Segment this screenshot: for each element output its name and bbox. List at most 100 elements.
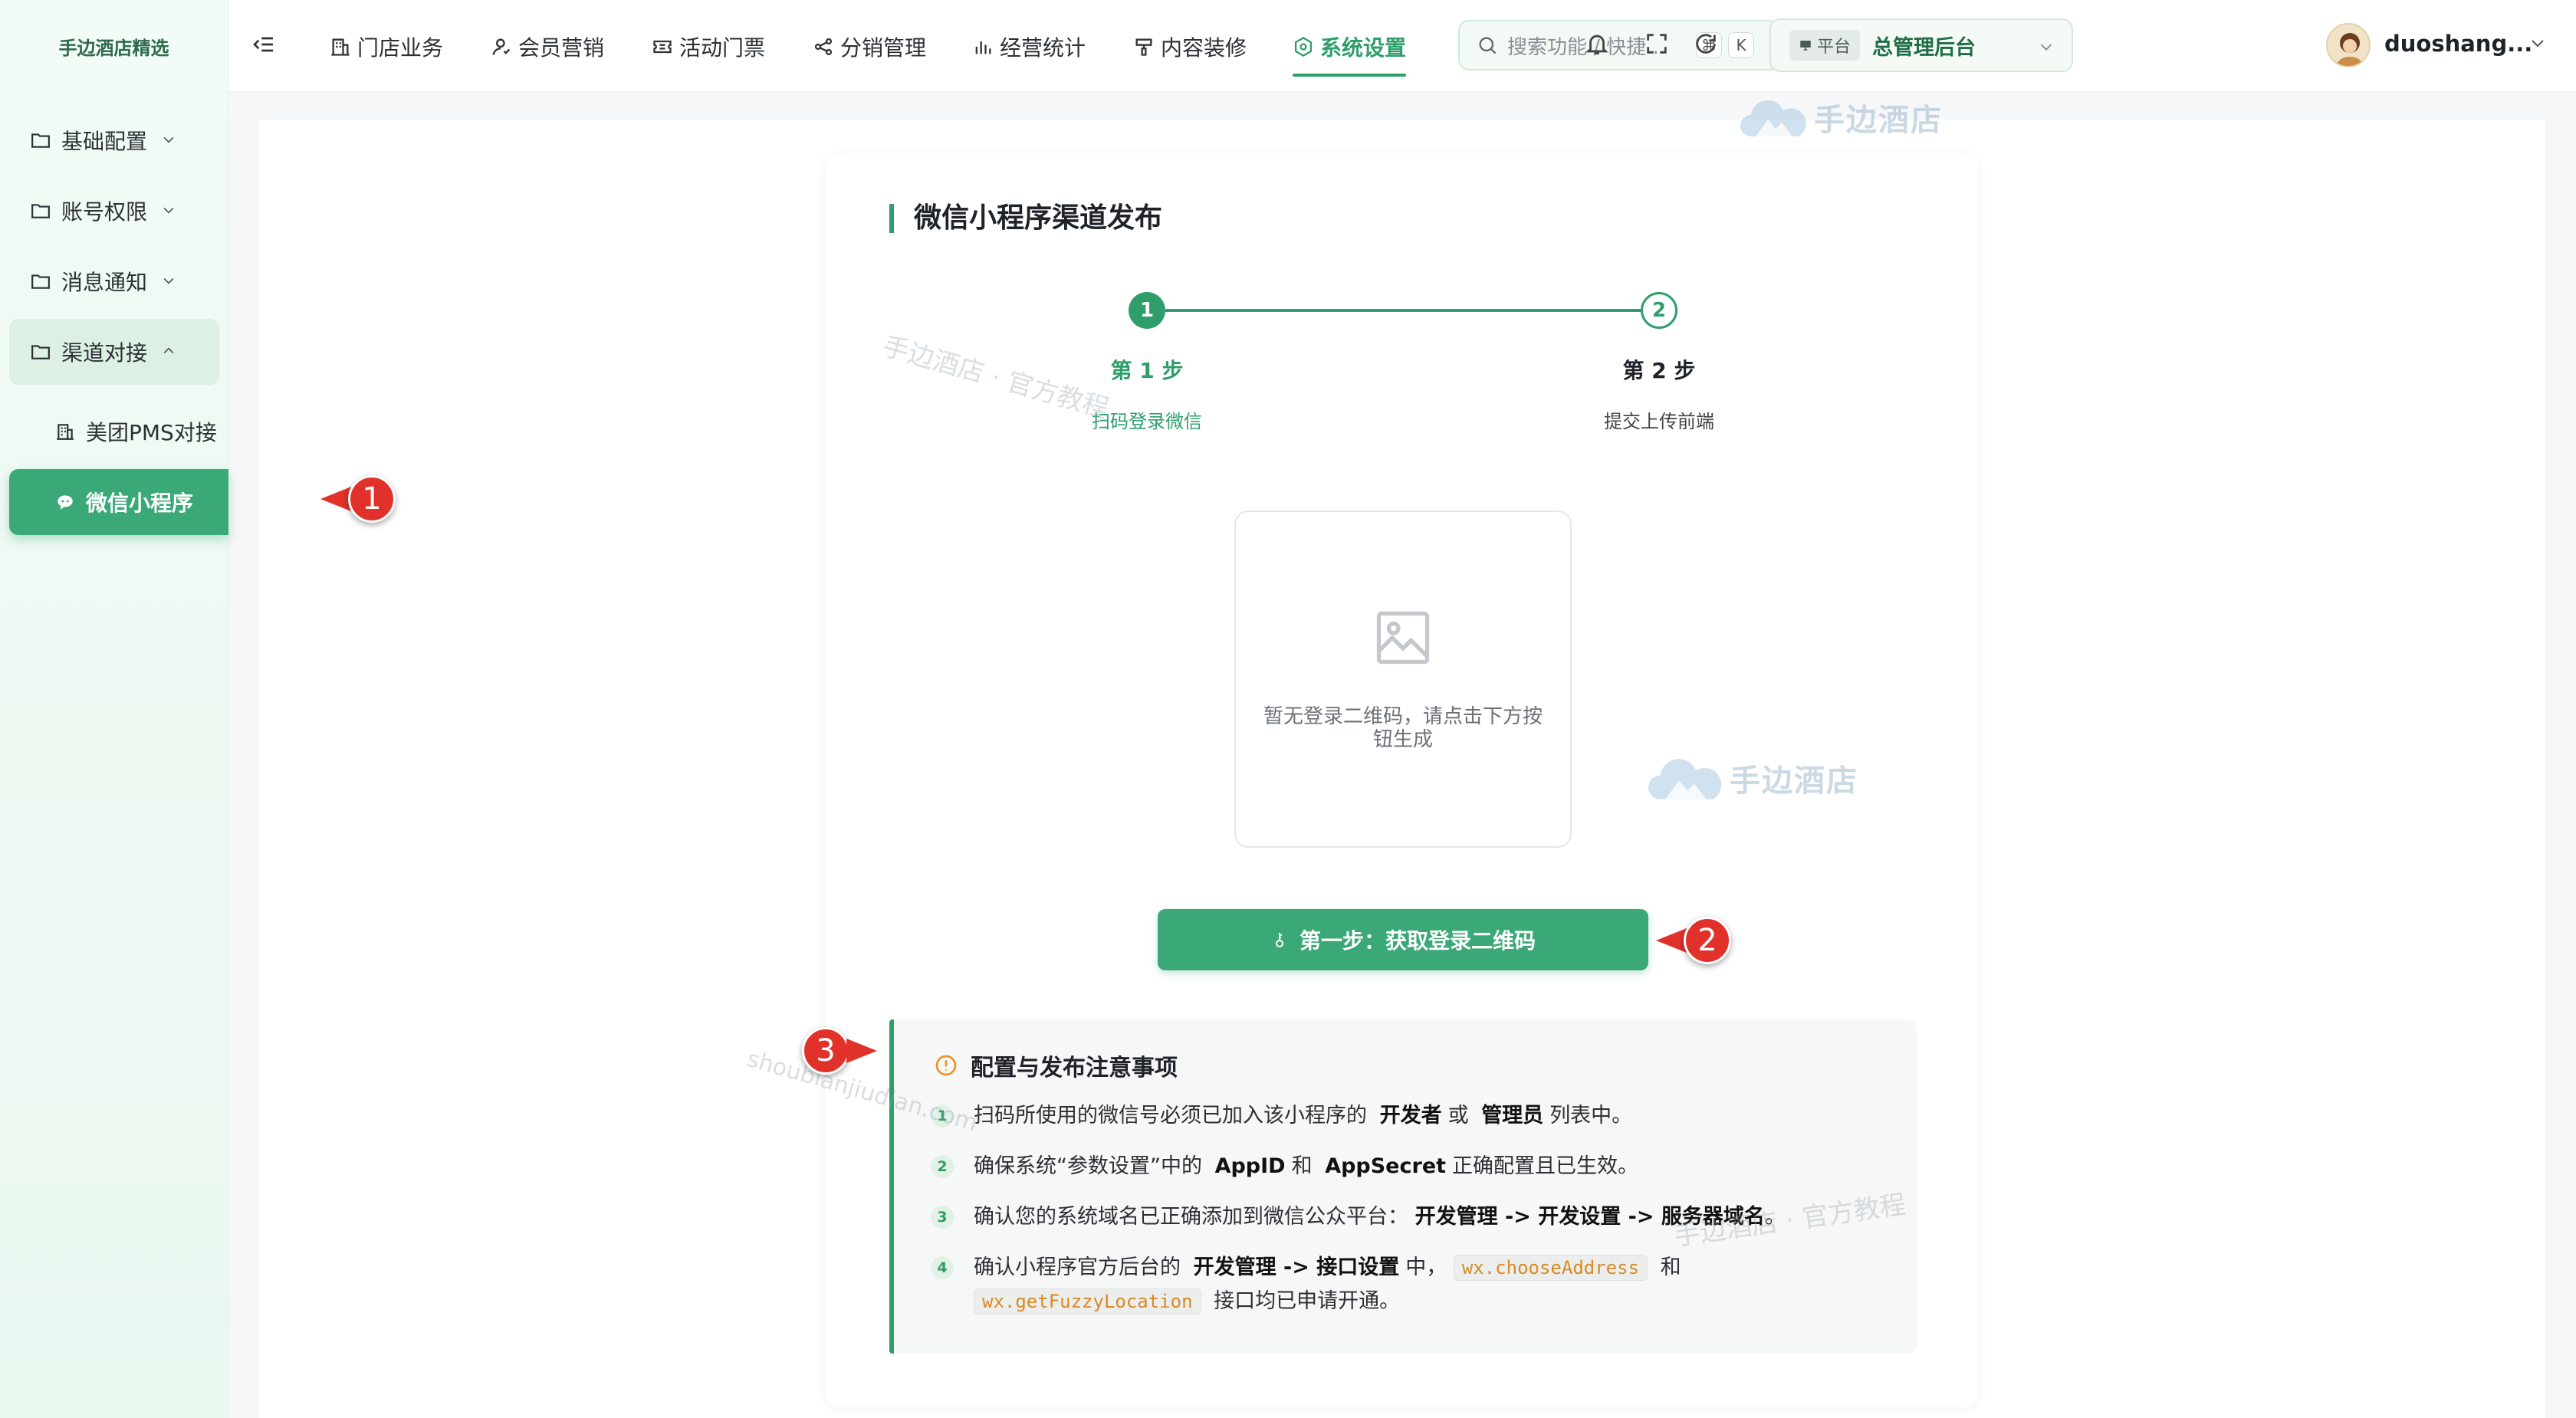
shortcut-key-k: K <box>1728 32 1754 58</box>
settings-icon <box>1293 36 1314 57</box>
sidebar-item-account-permission[interactable]: 账号权限 <box>9 178 219 244</box>
username[interactable]: duoshang... <box>2384 31 2532 57</box>
store-icon <box>330 36 351 57</box>
share-icon <box>813 36 834 57</box>
notice-text: 扫码所使用的微信号必须已加入该小程序的 开发者或 管理员 列表中。 <box>974 1104 1633 1128</box>
code-choose-address: wx.chooseAddress <box>1453 1255 1648 1281</box>
folder-icon <box>29 199 52 222</box>
sidebar-item-channel[interactable]: 渠道对接 <box>9 319 219 385</box>
notice-title: 配置与发布注意事项 <box>934 1049 1178 1082</box>
refresh-icon[interactable] <box>1693 31 1720 58</box>
notice-item: 2 确保系统“参数设置”中的 AppID 和 AppSecret 正确配置且已生效。 <box>931 1150 1638 1183</box>
page-title: 微信小程序渠道发布 <box>889 204 1162 233</box>
watermark-logo-text: 手边酒店 <box>1730 763 1858 799</box>
folder-icon <box>29 270 52 293</box>
building-icon <box>54 420 77 443</box>
sidebar-item-notifications[interactable]: 消息通知 <box>9 248 219 314</box>
nav-event-tickets[interactable]: 活动门票 <box>652 29 765 64</box>
nav-label: 会员营销 <box>518 35 605 61</box>
sidebar-subitem-wechat-miniprogram[interactable]: 微信小程序 <box>9 469 228 535</box>
step-1-indicator: 1 <box>1129 292 1165 329</box>
annotation-callout-2: 2 <box>1656 917 1731 964</box>
cloud-logo-icon <box>1740 94 1809 141</box>
notice-number: 2 <box>931 1155 954 1178</box>
folder-icon <box>29 340 52 363</box>
step-progress-line <box>1165 309 1641 312</box>
button-label: 第一步：获取登录二维码 <box>1299 928 1536 954</box>
nav-member-marketing[interactable]: 会员营销 <box>491 29 604 64</box>
annotation-callout-1: 1 <box>320 475 396 523</box>
nav-system-settings[interactable]: 系统设置 <box>1293 29 1407 77</box>
watermark-logo: 手边酒店 <box>1740 94 1943 141</box>
callout-number: 2 <box>1684 917 1731 964</box>
nav-business-stats[interactable]: 经营统计 <box>972 29 1086 64</box>
sidebar-subitem-meituan-pms[interactable]: 美团PMS对接 <box>9 399 219 464</box>
folder-icon <box>29 129 52 152</box>
nav-label: 系统设置 <box>1320 35 1407 61</box>
watermark-logo-text: 手边酒店 <box>1814 103 1943 138</box>
callout-number: 3 <box>802 1027 849 1075</box>
sidebar-item-label: 美团PMS对接 <box>86 420 217 445</box>
collapse-menu-icon[interactable] <box>251 32 276 57</box>
warning-circle-icon <box>934 1053 958 1078</box>
watermark-logo: 手边酒店 <box>1648 751 1858 805</box>
platform-selector[interactable]: 平台 总管理后台 <box>1769 18 2073 72</box>
nav-distribution[interactable]: 分销管理 <box>813 29 926 64</box>
nav-label: 内容装修 <box>1161 35 1247 61</box>
search-icon <box>1477 34 1498 56</box>
sidebar-item-label: 基础配置 <box>61 129 148 154</box>
chevron-down-icon <box>161 202 178 219</box>
step-2-title: 第 2 步 <box>1622 358 1696 383</box>
brand-title: 手边酒店精选 <box>58 37 169 59</box>
step-2-indicator: 2 <box>1641 292 1677 329</box>
nav-label: 活动门票 <box>679 35 766 61</box>
nav-label: 分销管理 <box>840 35 927 61</box>
notice-title-text: 配置与发布注意事项 <box>971 1055 1178 1082</box>
chevron-down-icon <box>161 132 178 149</box>
bell-icon[interactable] <box>1584 31 1612 58</box>
sidebar-item-basic-config[interactable]: 基础配置 <box>9 107 219 173</box>
qr-empty-text: 暂无登录二维码，请点击下方按钮生成 <box>1263 705 1543 751</box>
sidebar-item-label: 账号权限 <box>61 199 148 225</box>
notice-item: 4 确认小程序官方后台的 开发管理 -> 接口设置 中， wx.chooseAdd… <box>931 1251 1759 1318</box>
monitor-icon <box>1799 38 1812 52</box>
member-icon <box>491 36 512 57</box>
notice-number: 3 <box>931 1206 954 1229</box>
brush-icon <box>1133 36 1155 57</box>
sidebar: 手边酒店精选 基础配置 账号权限 消息通知 渠道对接 美团PMS对接 微信小程序 <box>0 0 228 1418</box>
notice-item: 3 确认您的系统域名已正确添加到微信公众平台： 开发管理 -> 开发设置 -> … <box>931 1200 1786 1234</box>
notice-text: 确保系统“参数设置”中的 AppID 和 AppSecret 正确配置且已生效。 <box>974 1154 1639 1178</box>
notice-number: 4 <box>931 1256 954 1279</box>
ticket-icon <box>652 36 673 57</box>
notice-item: 1 扫码所使用的微信号必须已加入该小程序的 开发者或 管理员 列表中。 <box>931 1099 1632 1133</box>
wechat-icon <box>54 491 77 514</box>
platform-tag: 平台 <box>1789 30 1861 61</box>
notice-text: 确认您的系统域名已正确添加到微信公众平台： 开发管理 -> 开发设置 -> 服务… <box>974 1205 1786 1229</box>
annotation-callout-3: 3 <box>802 1027 877 1075</box>
notice-text: 确认小程序官方后台的 开发管理 -> 接口设置 中， wx.chooseAddre… <box>974 1255 1681 1315</box>
sidebar-item-label: 消息通知 <box>61 270 148 295</box>
chart-icon <box>972 36 994 57</box>
nav-content-decoration[interactable]: 内容装修 <box>1133 29 1247 64</box>
chevron-up-icon <box>161 343 178 360</box>
code-get-fuzzy-location: wx.getFuzzyLocation <box>974 1288 1201 1315</box>
platform-name: 总管理后台 <box>1872 35 1976 60</box>
nav-store-business[interactable]: 门店业务 <box>330 29 443 64</box>
key-icon <box>1270 931 1289 949</box>
get-qr-code-button[interactable]: 第一步：获取登录二维码 <box>1158 909 1648 970</box>
qr-code-placeholder <box>1234 510 1572 848</box>
platform-tag-label: 平台 <box>1817 38 1852 57</box>
chevron-down-icon <box>161 273 178 290</box>
top-bar: 门店业务 会员营销 活动门票 分销管理 经营统计 内容装修 系统设置 搜索功能 … <box>228 0 2576 92</box>
nav-label: 门店业务 <box>357 35 444 61</box>
chevron-down-icon[interactable] <box>2528 34 2547 55</box>
nav-label: 经营统计 <box>1000 35 1086 61</box>
search-input[interactable]: 搜索功能 / 快捷... ⌘ K <box>1458 20 1779 71</box>
image-placeholder-icon <box>1371 606 1435 673</box>
callout-number: 1 <box>348 475 396 523</box>
sidebar-item-label: 渠道对接 <box>61 340 148 366</box>
sidebar-item-label: 微信小程序 <box>86 491 194 516</box>
fullscreen-icon[interactable] <box>1644 31 1671 58</box>
cloud-logo-icon <box>1648 751 1725 805</box>
avatar[interactable] <box>2326 23 2371 67</box>
